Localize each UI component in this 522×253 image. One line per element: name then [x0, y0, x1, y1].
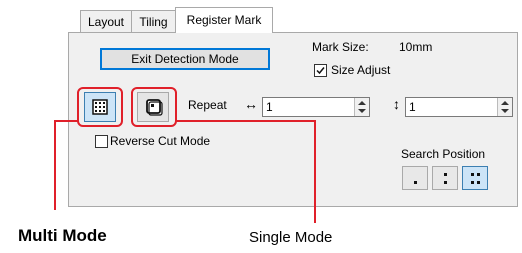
tab-layout[interactable]: Layout [80, 10, 132, 32]
single-mode-callout-label: Single Mode [249, 229, 333, 246]
repeat-horizontal-spinner[interactable]: 1 [262, 97, 370, 117]
exit-detection-mode-button[interactable]: Exit Detection Mode [100, 48, 270, 70]
search-position-single-button[interactable] [402, 166, 428, 190]
repeat-vertical-spinner[interactable]: 1 [405, 97, 513, 117]
repeat-vertical-value: 1 [409, 100, 416, 114]
dot-icon [477, 181, 480, 184]
search-position-two-button[interactable] [432, 166, 458, 190]
search-position-label: Search Position [401, 147, 486, 161]
search-position-four-button[interactable] [462, 166, 488, 190]
dot-icon [477, 173, 480, 176]
multi-mode-callout-line-h [54, 120, 78, 122]
repeat-horizontal-value: 1 [266, 100, 273, 114]
size-adjust-checkbox[interactable] [314, 64, 327, 77]
vertical-arrow-icon: ↕ [393, 96, 400, 112]
spinner-arrows[interactable] [497, 98, 512, 116]
mark-size-label: Mark Size: [312, 40, 369, 54]
dot-icon [471, 181, 474, 184]
repeat-label: Repeat [188, 98, 227, 112]
reverse-cut-label: Reverse Cut Mode [110, 134, 211, 148]
multi-mode-highlight [77, 87, 123, 127]
dot-icon [444, 181, 447, 184]
horizontal-arrow-icon: ↔ [244, 96, 258, 112]
checkmark-icon [316, 67, 325, 75]
tab-tiling[interactable]: Tiling [131, 10, 176, 32]
dot-icon [444, 173, 447, 176]
reverse-cut-checkbox[interactable] [95, 135, 108, 148]
single-mode-callout-line-v [314, 120, 316, 223]
multi-mode-callout-line-v [54, 120, 56, 210]
tab-register-mark[interactable]: Register Mark [175, 7, 273, 33]
spinner-arrows[interactable] [354, 98, 369, 116]
mark-size-value: 10mm [399, 40, 433, 54]
single-dot-icon [414, 181, 417, 184]
dot-icon [471, 173, 474, 176]
size-adjust-label: Size Adjust [331, 63, 391, 77]
single-mode-highlight [131, 87, 177, 127]
single-mode-callout-line-h [175, 120, 315, 122]
multi-mode-callout-label: Multi Mode [18, 226, 107, 245]
